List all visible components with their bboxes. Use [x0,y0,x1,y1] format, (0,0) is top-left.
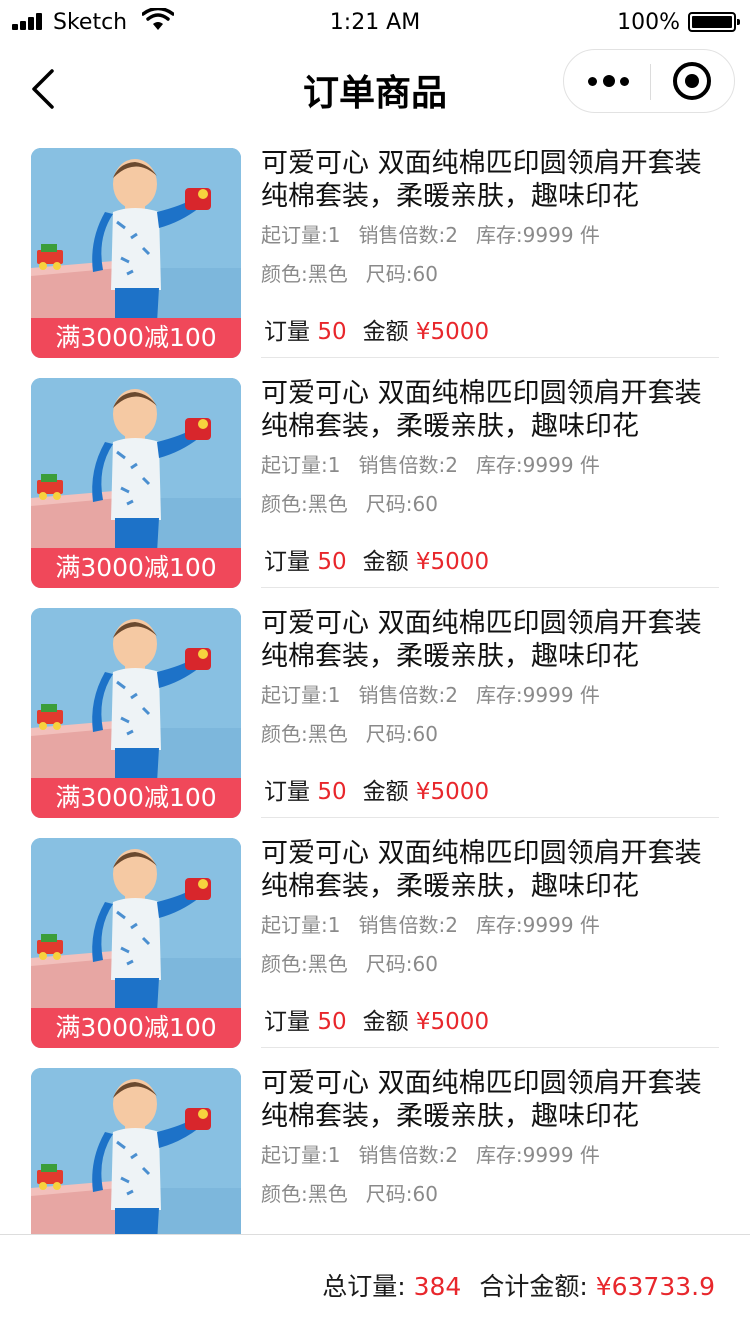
total-qty-label: 总订量: [322,1272,406,1301]
product-item[interactable]: 满3000减100 可爱可心 双面纯棉匹印圆领肩开套装纯棉套装，柔暖亲肤，趣味印… [0,838,750,1068]
product-info: 可爱可心 双面纯棉匹印圆领肩开套装纯棉套装，柔暖亲肤，趣味印花 起订量:1 销售倍… [261,378,719,588]
product-meta-row: 起订量:1 销售倍数:2 库存:9999 件 [261,681,719,709]
product-item[interactable]: 满3000减100 可爱可心 双面纯棉匹印圆领肩开套装纯棉套装，柔暖亲肤，趣味印… [0,378,750,608]
product-color: 颜色:黑色 [261,492,348,516]
product-image: 满3000减100 [31,148,241,358]
product-order-summary: 订量 50 金额 ¥5000 [264,312,489,346]
product-name: 可爱可心 双面纯棉匹印圆领肩开套装纯棉套装，柔暖亲肤，趣味印花 [261,1068,702,1132]
product-size: 尺码:60 [365,952,438,976]
total-amount-label: 合计金额: [479,1272,588,1301]
product-image: 满3000减100 [31,1068,241,1234]
amount-label: 金额 [362,549,409,575]
promo-badge: 满3000减100 [31,1008,241,1048]
product-size: 尺码:60 [365,722,438,746]
product-order-summary: 订量 50 金额 ¥5000 [264,542,489,576]
qty-label: 订量 [264,779,310,805]
product-spec-row: 颜色:黑色 尺码:60 [261,1180,719,1208]
promo-badge: 满3000减100 [31,548,241,588]
amount-label: 金额 [362,1009,409,1035]
product-meta-row: 起订量:1 销售倍数:2 库存:9999 件 [261,1141,719,1169]
product-name: 可爱可心 双面纯棉匹印圆领肩开套装纯棉套装，柔暖亲肤，趣味印花 [261,378,702,442]
product-name: 可爱可心 双面纯棉匹印圆领肩开套装纯棉套装，柔暖亲肤，趣味印花 [261,838,702,902]
product-color: 颜色:黑色 [261,952,348,976]
status-bar: Sketch 1:21 AM 100% [0,0,750,48]
product-name: 可爱可心 双面纯棉匹印圆领肩开套装纯棉套装，柔暖亲肤，趣味印花 [261,608,702,672]
product-size: 尺码:60 [365,262,438,286]
product-meta-row: 起订量:1 销售倍数:2 库存:9999 件 [261,221,719,249]
product-list: 满3000减100 可爱可心 双面纯棉匹印圆领肩开套装纯棉套装，柔暖亲肤，趣味印… [0,148,750,1234]
product-item[interactable]: 满3000减100 可爱可心 双面纯棉匹印圆领肩开套装纯棉套装，柔暖亲肤，趣味印… [0,148,750,378]
product-meta-row: 起订量:1 销售倍数:2 库存:9999 件 [261,451,719,479]
stock: 库存:9999 件 [475,223,600,247]
battery-icon [688,12,740,32]
product-color: 颜色:黑色 [261,1182,348,1206]
qty-label: 订量 [264,1009,310,1035]
stock: 库存:9999 件 [475,683,600,707]
total-amount-value: ¥63733.9 [595,1272,715,1301]
close-miniprogram-button[interactable] [651,50,735,112]
more-button[interactable] [564,50,650,112]
promo-badge: 满3000减100 [31,778,241,818]
min-order: 起订量:1 [261,913,341,937]
nav-bar: 订单商品 [0,48,750,128]
product-info: 可爱可心 双面纯棉匹印圆领肩开套装纯棉套装，柔暖亲肤，趣味印花 起订量:1 销售倍… [261,1068,719,1234]
battery-level-fill [692,16,732,28]
order-footer: 总订量: 384 合计金额: ¥63733.9 [0,1234,750,1334]
product-image: 满3000减100 [31,608,241,818]
stock: 库存:9999 件 [475,913,600,937]
chevron-left-icon [32,69,54,109]
product-spec-row: 颜色:黑色 尺码:60 [261,950,719,978]
promo-badge: 满3000减100 [31,318,241,358]
stock: 库存:9999 件 [475,453,600,477]
back-button[interactable] [22,64,70,114]
mini-program-capsule [563,49,735,113]
qty-label: 订量 [264,549,310,575]
product-info: 可爱可心 双面纯棉匹印圆领肩开套装纯棉套装，柔暖亲肤，趣味印花 起订量:1 销售倍… [261,148,719,358]
product-size: 尺码:60 [365,492,438,516]
product-image: 满3000减100 [31,378,241,588]
product-info: 可爱可心 双面纯棉匹印圆领肩开套装纯棉套装，柔暖亲肤，趣味印花 起订量:1 销售倍… [261,608,719,818]
product-spec-row: 颜色:黑色 尺码:60 [261,490,719,518]
product-order-summary: 订量 50 金额 ¥5000 [264,1002,489,1036]
amount-label: 金额 [362,779,409,805]
total-qty-value: 384 [413,1272,462,1301]
qty-label: 订量 [264,319,310,345]
qty-value: 50 [317,549,347,575]
product-color: 颜色:黑色 [261,722,348,746]
product-info: 可爱可心 双面纯棉匹印圆领肩开套装纯棉套装，柔暖亲肤，趣味印花 起订量:1 销售倍… [261,838,719,1048]
product-order-summary: 订量 50 金额 ¥5000 [264,772,489,806]
battery-percent: 100% [617,10,680,35]
product-name: 可爱可心 双面纯棉匹印圆领肩开套装纯棉套装，柔暖亲肤，趣味印花 [261,148,702,212]
product-size: 尺码:60 [365,1182,438,1206]
min-order: 起订量:1 [261,1143,341,1167]
amount-value: ¥5000 [415,319,490,345]
sales-multiple: 销售倍数:2 [358,1143,458,1167]
product-item[interactable]: 满3000减100 可爱可心 双面纯棉匹印圆领肩开套装纯棉套装，柔暖亲肤，趣味印… [0,608,750,838]
amount-value: ¥5000 [415,1009,490,1035]
amount-value: ¥5000 [415,779,490,805]
qty-value: 50 [317,779,347,805]
amount-label: 金额 [362,319,409,345]
sales-multiple: 销售倍数:2 [358,223,458,247]
min-order: 起订量:1 [261,223,341,247]
qty-value: 50 [317,1009,347,1035]
stock: 库存:9999 件 [475,1143,600,1167]
amount-value: ¥5000 [415,549,490,575]
product-spec-row: 颜色:黑色 尺码:60 [261,260,719,288]
min-order: 起订量:1 [261,453,341,477]
product-image: 满3000减100 [31,838,241,1048]
product-spec-row: 颜色:黑色 尺码:60 [261,720,719,748]
product-item[interactable]: 满3000减100 可爱可心 双面纯棉匹印圆领肩开套装纯棉套装，柔暖亲肤，趣味印… [0,1068,750,1234]
min-order: 起订量:1 [261,683,341,707]
product-color: 颜色:黑色 [261,262,348,286]
order-totals: 总订量: 384 合计金额: ¥63733.9 [322,1267,715,1303]
product-meta-row: 起订量:1 销售倍数:2 库存:9999 件 [261,911,719,939]
qty-value: 50 [317,319,347,345]
sales-multiple: 销售倍数:2 [358,453,458,477]
sales-multiple: 销售倍数:2 [358,913,458,937]
sales-multiple: 销售倍数:2 [358,683,458,707]
